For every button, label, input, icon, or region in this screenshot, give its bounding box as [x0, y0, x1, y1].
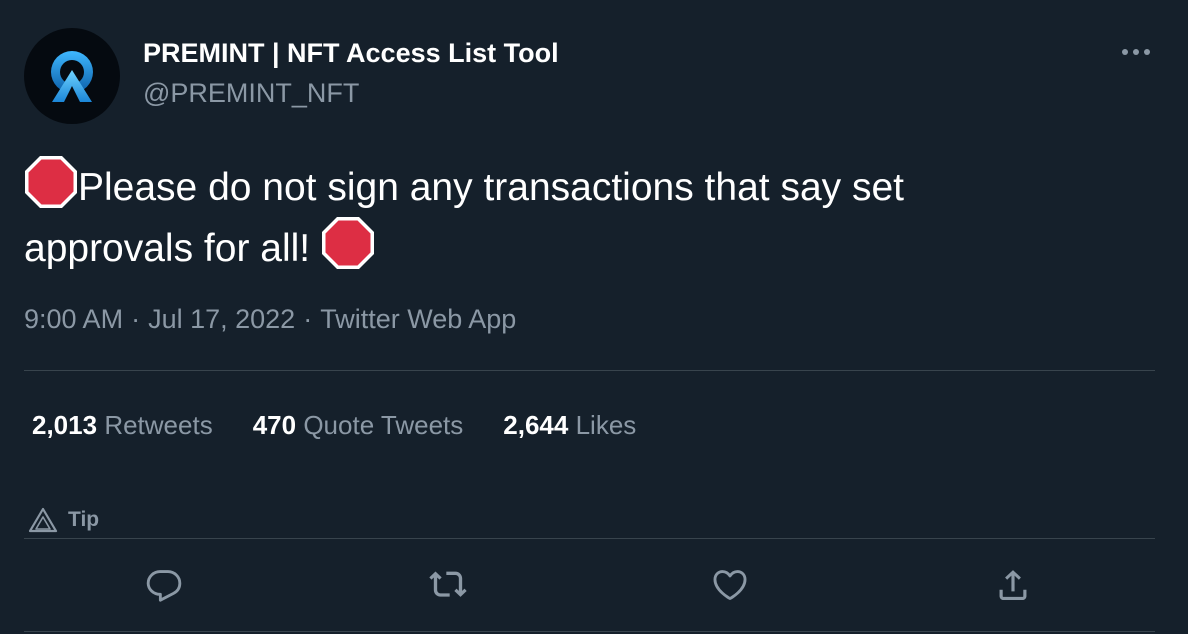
- tweet-source[interactable]: Twitter Web App: [320, 304, 516, 334]
- meta-separator: ·: [131, 304, 141, 334]
- divider: [24, 538, 1155, 539]
- tweet-text-line-1: Please do not sign any transactions that…: [78, 166, 904, 209]
- reply-icon: [146, 570, 182, 602]
- quote-tweets-label: Quote Tweets: [303, 410, 464, 440]
- meta-separator: ·: [303, 304, 313, 334]
- tweet-metadata: 9:00 AM · Jul 17, 2022 · Twitter Web App: [24, 302, 516, 336]
- tip-icon: [28, 507, 58, 533]
- quote-tweets-count: 470: [252, 410, 297, 440]
- likes-count: 2,644: [503, 410, 569, 440]
- stop-sign-icon: [24, 155, 78, 209]
- tweet-card: PREMINT | NFT Access List Tool @PREMINT_…: [0, 0, 1188, 634]
- tweet-date[interactable]: Jul 17, 2022: [148, 304, 295, 334]
- retweet-button[interactable]: [428, 565, 468, 605]
- retweets-count: 2,013: [32, 410, 98, 440]
- reply-button[interactable]: [144, 565, 184, 605]
- retweets-stat[interactable]: 2,013 Retweets: [32, 408, 213, 442]
- author-handle[interactable]: @PREMINT_NFT: [143, 76, 359, 110]
- share-icon: [999, 570, 1027, 601]
- like-icon: [713, 570, 747, 600]
- premint-logo-icon: [51, 51, 93, 102]
- likes-label: Likes: [575, 410, 637, 440]
- share-button[interactable]: [993, 565, 1033, 605]
- avatar[interactable]: [24, 28, 120, 124]
- stop-sign-icon: [321, 216, 375, 270]
- tweet-text: Please do not sign any transactions that…: [24, 155, 1154, 277]
- retweets-label: Retweets: [104, 410, 213, 440]
- tweet-stats: 2,013 Retweets 470 Quote Tweets 2,644 Li…: [32, 408, 636, 442]
- retweet-icon: [429, 571, 467, 597]
- tweet-time[interactable]: 9:00 AM: [24, 304, 123, 334]
- likes-stat[interactable]: 2,644 Likes: [503, 408, 636, 442]
- tip-label: Tip: [68, 508, 100, 531]
- quote-tweets-stat[interactable]: 470 Quote Tweets: [253, 408, 464, 442]
- more-options-icon[interactable]: [1116, 42, 1156, 62]
- like-button[interactable]: [710, 565, 750, 605]
- divider: [24, 631, 1155, 632]
- author-display-name[interactable]: PREMINT | NFT Access List Tool: [143, 36, 559, 70]
- divider: [24, 370, 1155, 371]
- tweet-text-line-2: approvals for all!: [24, 227, 311, 270]
- tip-button[interactable]: Tip: [28, 507, 99, 533]
